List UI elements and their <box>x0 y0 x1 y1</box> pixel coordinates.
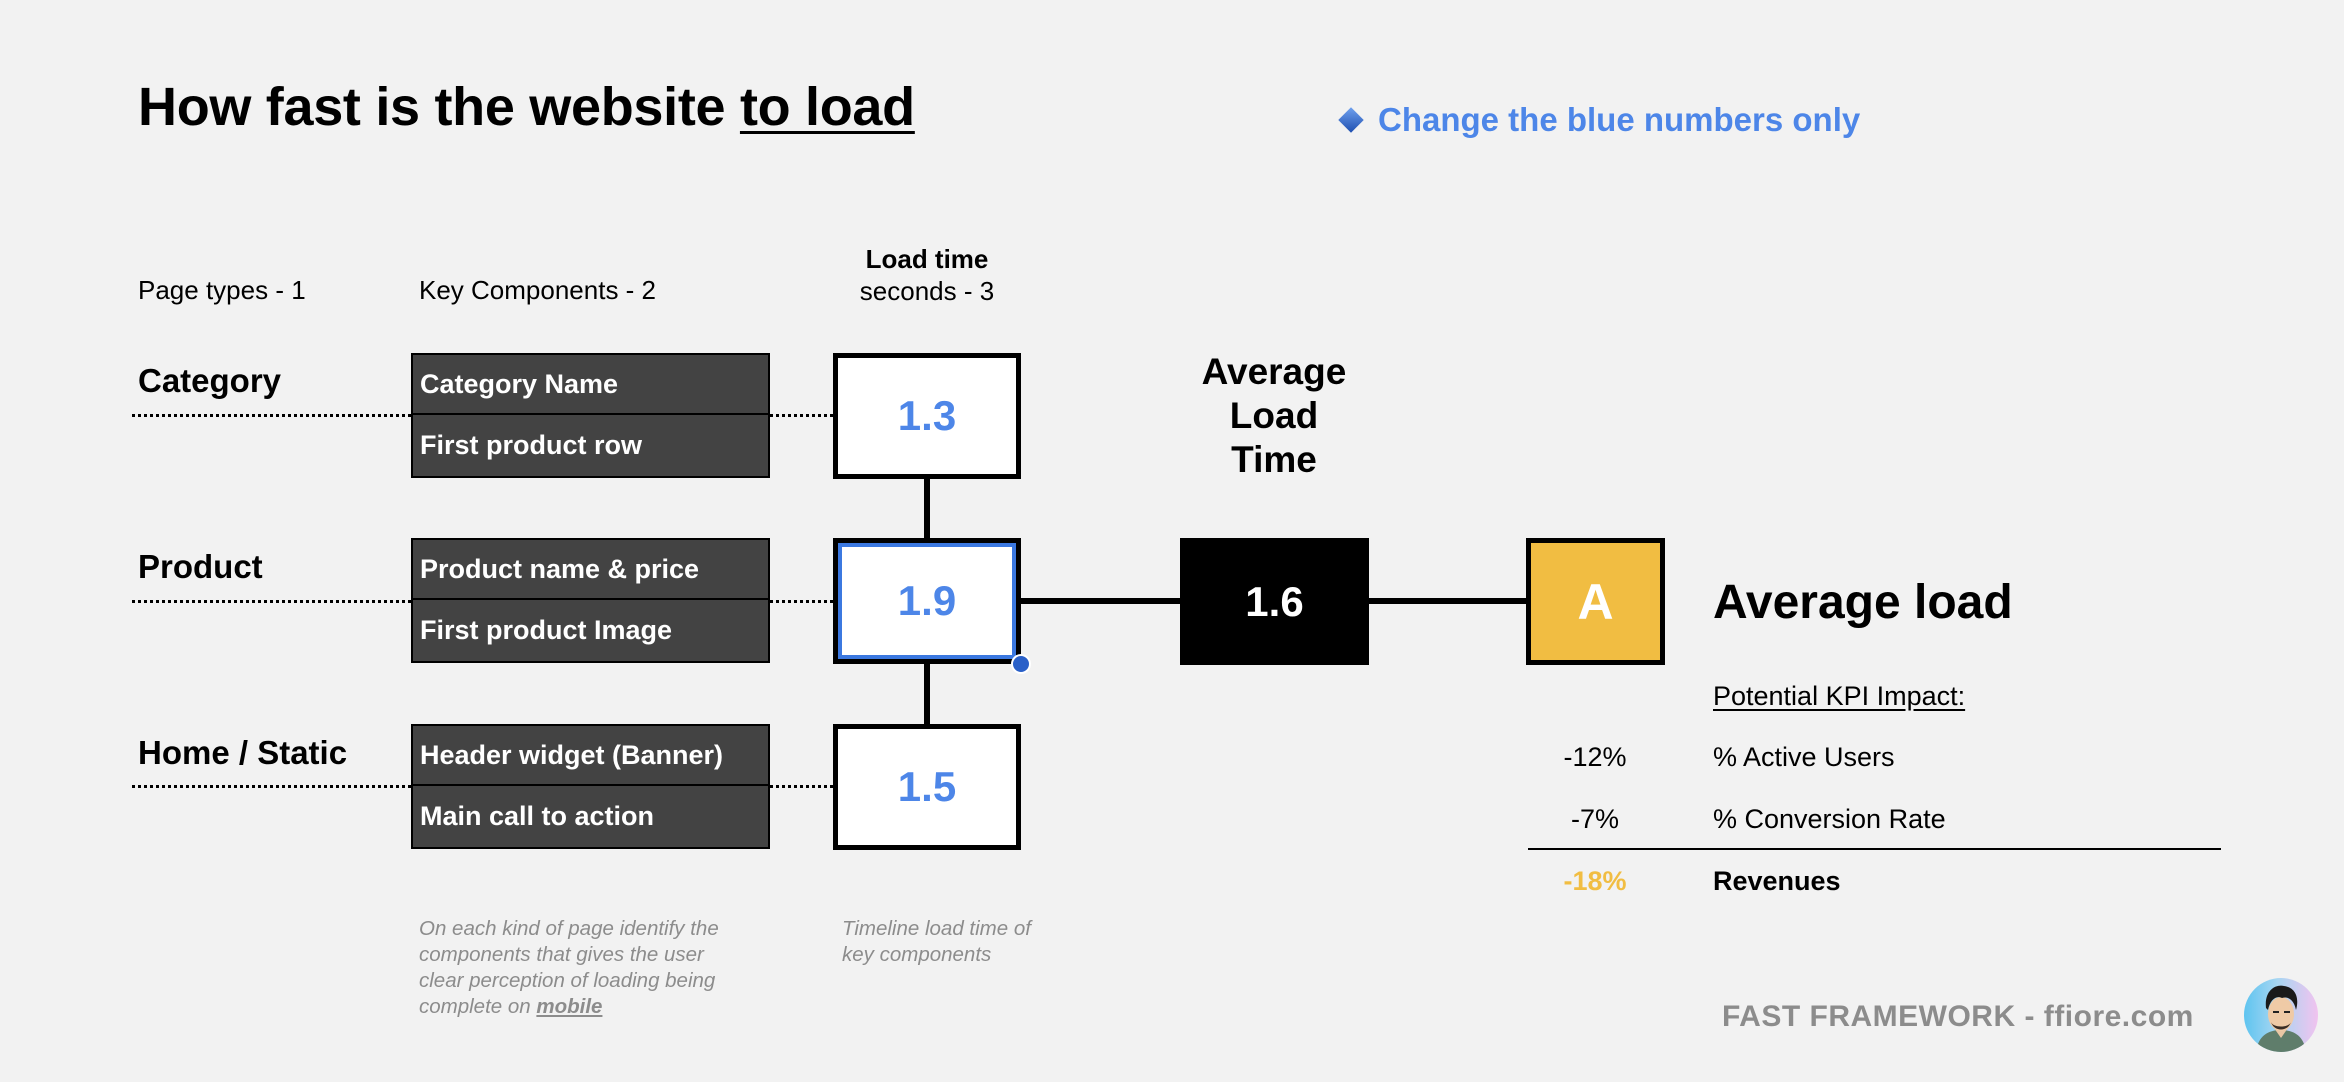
hint-text: Change the blue numbers only <box>1378 101 1861 138</box>
average-load-time-value: 1.6 <box>1180 538 1369 665</box>
kpi-label-conversion: % Conversion Rate <box>1713 804 1946 834</box>
dotted-connector <box>132 785 411 788</box>
column-header-key-components: Key Components - 2 <box>419 275 657 305</box>
kpi-value-revenues: -18% <box>1563 866 1627 896</box>
column-header-page-types: Page types - 1 <box>138 275 306 305</box>
component-item: Product name & price <box>413 540 768 600</box>
grade-badge: A <box>1526 538 1665 665</box>
grade-label: Average load <box>1713 576 2013 629</box>
note-line: On each kind of page identify the <box>419 917 719 940</box>
connector-line <box>1021 598 1180 604</box>
note-line: complete on mobile <box>419 994 719 1020</box>
note-line: components that gives the user <box>419 943 704 966</box>
note-line: key components <box>842 943 992 966</box>
average-load-time-heading: Average Load Time <box>1174 350 1374 482</box>
components-box-home: Header widget (Banner) Main call to acti… <box>411 724 770 849</box>
component-item: Header widget (Banner) <box>413 726 768 786</box>
kpi-label-revenues: Revenues <box>1713 866 1841 896</box>
load-time-input-product[interactable]: 1.9 <box>833 538 1021 664</box>
column-header-load-time: Load time seconds - 3 <box>827 243 1027 307</box>
component-item: First product row <box>420 429 642 460</box>
page-label-product: Product <box>138 548 263 585</box>
dotted-connector <box>770 600 833 603</box>
avatar-illustration-icon <box>2256 985 2306 1052</box>
connector-line <box>924 478 930 538</box>
page-label-category: Category <box>138 362 282 399</box>
kpi-label-active-users: % Active Users <box>1713 742 1895 772</box>
dotted-connector <box>770 785 833 788</box>
kpi-divider <box>1528 848 2221 850</box>
note-emphasis: mobile <box>536 995 603 1018</box>
component-item: First product Image <box>420 614 673 645</box>
page-title: How fast is the website to load <box>138 76 915 138</box>
author-avatar <box>2244 978 2318 1052</box>
diamond-icon <box>1338 107 1364 133</box>
title-underlined-text: to load <box>739 77 915 137</box>
load-time-title: Load time <box>865 244 989 274</box>
page-label-home: Home / Static <box>138 734 348 771</box>
heading-line: Average <box>1201 351 1347 392</box>
component-item: Main call to action <box>420 800 655 831</box>
dotted-connector <box>132 600 411 603</box>
load-time-subtitle: seconds - 3 <box>859 276 995 306</box>
note-line: Timeline load time of <box>842 917 1031 940</box>
title-text: How fast is the website <box>138 77 740 137</box>
note-text: complete on <box>419 995 537 1018</box>
components-box-product: Product name & price First product Image <box>411 538 770 663</box>
note-line: clear perception of loading being <box>419 969 716 992</box>
components-note: On each kind of page identify the compon… <box>419 916 719 1020</box>
kpi-value-active-users: -12% <box>1563 742 1627 772</box>
resize-handle[interactable] <box>1011 654 1031 674</box>
load-time-input-category[interactable]: 1.3 <box>833 353 1021 479</box>
timeline-note: Timeline load time of key components <box>842 916 1031 968</box>
kpi-heading: Potential KPI Impact: <box>1713 681 1966 711</box>
components-box-category: Category Name First product row <box>411 353 770 478</box>
footer-branding: FAST FRAMEWORK - ffiore.com <box>1722 1000 2194 1033</box>
dotted-connector <box>132 414 411 417</box>
connector-line <box>1369 598 1526 604</box>
connector-line <box>924 664 930 724</box>
kpi-value-conversion: -7% <box>1570 804 1619 834</box>
load-time-input-home[interactable]: 1.5 <box>833 724 1021 850</box>
component-item: Category Name <box>413 355 768 415</box>
instruction-hint: Change the blue numbers only <box>1338 101 1861 139</box>
heading-line: Load <box>1229 395 1319 436</box>
dotted-connector <box>770 414 833 417</box>
heading-line: Time <box>1231 439 1317 480</box>
